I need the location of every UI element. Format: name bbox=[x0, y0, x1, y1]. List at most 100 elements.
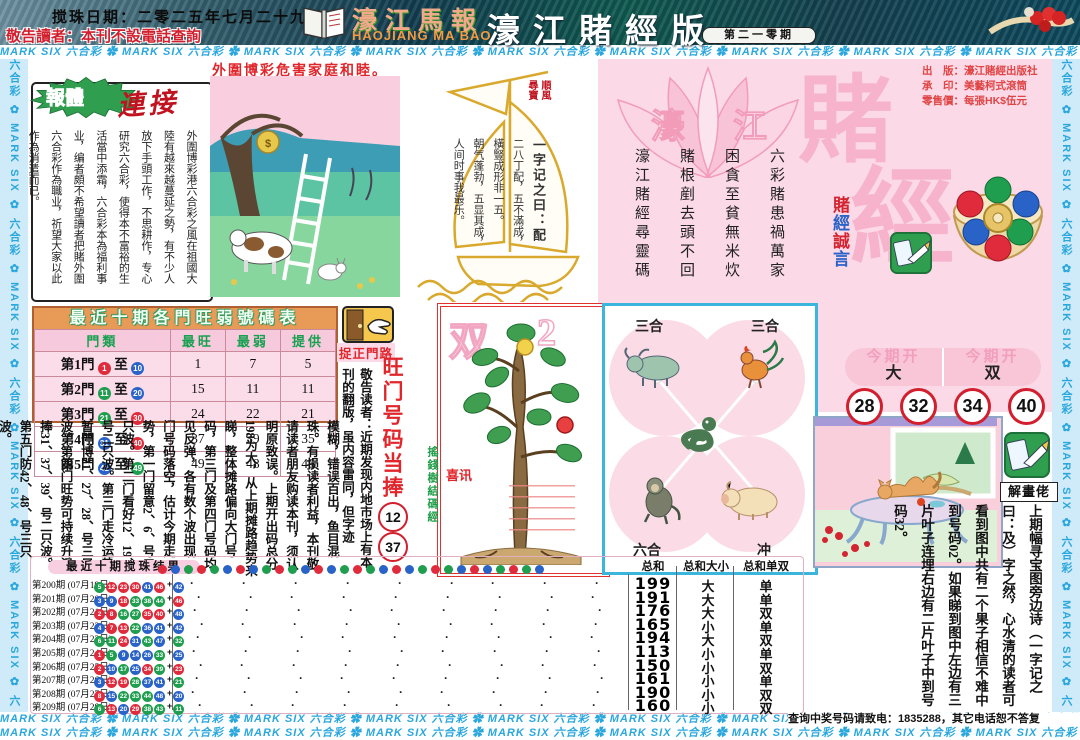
header-ball bbox=[184, 565, 193, 574]
interpreter-label: 解畫佬 bbox=[1000, 482, 1058, 502]
result-row: 第202期 (07月21日) 2 8 16 27 35 40 +48 · · · · · · · · · 176 大… bbox=[30, 601, 802, 621]
trend-mark: · bbox=[393, 630, 397, 645]
trend-mark: · bbox=[442, 603, 446, 618]
trend-mark: · bbox=[193, 603, 197, 618]
trend-mark: · bbox=[342, 589, 346, 604]
trend-mark: · bbox=[346, 576, 350, 590]
trend-mark: · bbox=[598, 603, 602, 618]
trend-mark: · bbox=[200, 616, 204, 631]
svg-text:江: 江 bbox=[733, 108, 767, 146]
trend-mark: · bbox=[549, 630, 553, 645]
hot-weak-table: 最近十期各門旺弱號碼表 門類 最旺 最弱 提供 第1門 1 至 10 1 7 5 第2門 11… bbox=[32, 306, 338, 477]
trend-mark: · bbox=[593, 657, 597, 672]
header-ball bbox=[223, 565, 232, 574]
range-ball-from: 11 bbox=[97, 387, 111, 400]
trend-mark: · bbox=[400, 644, 404, 658]
paper-title-latin: HAOJIANG MA BAO bbox=[352, 28, 492, 43]
trend-mark: · bbox=[493, 644, 497, 658]
trend-mark: · bbox=[296, 644, 300, 658]
header-ball bbox=[379, 565, 388, 574]
trend-mark: · bbox=[242, 576, 246, 590]
hot-table-row: 第1門 1 至 10 1 7 5 bbox=[34, 351, 337, 377]
landscape-illustration: $ bbox=[210, 76, 400, 297]
trend-mark: · bbox=[347, 684, 351, 699]
relation-label-tr: 三合 bbox=[751, 320, 779, 335]
result-ball: 38 bbox=[142, 704, 153, 716]
trend-mark: · bbox=[191, 684, 195, 699]
trend-mark: · bbox=[247, 671, 251, 686]
fine-print-lines bbox=[509, 485, 575, 531]
result-ball: 43 bbox=[154, 704, 165, 716]
trend-mark: · bbox=[490, 616, 494, 631]
plus-sign: + bbox=[167, 606, 173, 617]
trend-mark: · bbox=[341, 630, 345, 645]
result-ball: 29 bbox=[130, 704, 141, 716]
trend-mark: · bbox=[545, 644, 549, 658]
trend-mark: · bbox=[245, 603, 249, 618]
printer-line: 承 印：美藝柯式滾筒 bbox=[922, 80, 1027, 92]
interpreter-icon bbox=[1004, 432, 1050, 478]
header-ball bbox=[509, 565, 518, 574]
motto-char: 誠 bbox=[830, 232, 849, 250]
marksix-strip-bottom2: MARK SIX 六合彩 ✿ MARK SIX 六合彩 ✿ MARK SIX 六… bbox=[0, 726, 1080, 740]
header-ball bbox=[262, 565, 271, 574]
trend-mark: · bbox=[596, 684, 600, 699]
header-ball bbox=[470, 565, 479, 574]
trend-mark: · bbox=[240, 657, 244, 672]
trend-mark: · bbox=[597, 644, 601, 658]
publisher-info: 出 版：濠江賭經出版社 承 印：美藝柯式滾筒 零售價：每張HK$伍元 bbox=[922, 64, 1056, 109]
hot-table-header: 門類 bbox=[34, 329, 171, 352]
trend-mark: · bbox=[497, 630, 501, 645]
current-draw-pill: 今期开 大 今期开 双 bbox=[845, 348, 1041, 386]
trend-mark: · bbox=[448, 657, 452, 672]
trend-mark: · bbox=[297, 603, 301, 618]
result-row: 第201期 (07月20日) 3 9 18 33 38 44 +46 · · · · · · · · · 191 大… bbox=[30, 588, 802, 608]
header-ball bbox=[457, 565, 466, 574]
trend-mark: · bbox=[492, 684, 496, 699]
result-row: 第205期 (07月24日) 1 5 9 14 26 33 +25 · · · · · · · · · 113 小单 bbox=[30, 642, 802, 662]
draw-date: 搅珠日期：二零二五年七月二十九日 bbox=[52, 10, 325, 26]
sail-poem: 一字记之曰：配 二八丁配，五不滿成， 橫豎成形非一五。 朝气蓬勃，五显其成， 人… bbox=[452, 138, 546, 248]
trend-mark: · bbox=[299, 671, 303, 686]
trend-mark: · bbox=[199, 657, 203, 672]
knock-door-icon bbox=[342, 306, 394, 343]
trend-mark: · bbox=[500, 657, 504, 672]
trend-mark: · bbox=[499, 698, 503, 713]
price-line: 零售價：每張HK$伍元 bbox=[922, 95, 1028, 107]
trend-mark: · bbox=[290, 589, 294, 604]
brand-char-du: 賭 bbox=[798, 68, 894, 174]
result-ball: 6 bbox=[94, 704, 105, 716]
trend-mark: · bbox=[291, 698, 295, 713]
motto-char: 賭 bbox=[830, 196, 849, 214]
draw-number-2: 32 bbox=[900, 388, 937, 425]
header-ball bbox=[197, 565, 206, 574]
header-ball bbox=[444, 565, 453, 574]
trend-mark: · bbox=[447, 698, 451, 713]
trend-mark: · bbox=[190, 576, 194, 590]
trend-mark: · bbox=[198, 698, 202, 713]
header-ball bbox=[171, 565, 180, 574]
relation-label-tl: 三合 bbox=[635, 320, 663, 335]
result-row: 第208期 (07月27日) 8 15 22 33 44 48 +20 · · · · · · · · · 190… bbox=[30, 683, 802, 703]
svg-text:濠: 濠 bbox=[651, 107, 685, 146]
trend-mark: · bbox=[294, 576, 298, 590]
header-ball bbox=[158, 565, 167, 574]
total-header: 总和 bbox=[641, 561, 665, 573]
trend-mark: · bbox=[541, 657, 545, 672]
trend-mark: · bbox=[491, 576, 495, 590]
header-ball bbox=[275, 565, 284, 574]
result-row: 第206期 (07月25日) 2 10 17 25 34 39 +23 · · · · · · · · · 150… bbox=[30, 656, 802, 676]
trend-mark: · bbox=[295, 684, 299, 699]
range-ball-to: 20 bbox=[131, 387, 145, 400]
trend-mark: · bbox=[345, 616, 349, 631]
draw-number-4: 40 bbox=[1008, 388, 1045, 425]
plus-sign: + bbox=[167, 633, 173, 644]
plus-sign: + bbox=[167, 687, 173, 698]
trend-mark: · bbox=[244, 644, 248, 658]
range-ball-to: 10 bbox=[131, 362, 145, 375]
hot-pick-title: 旺门号码当捧 bbox=[380, 356, 404, 500]
trend-mark: · bbox=[544, 684, 548, 699]
header-ball bbox=[366, 565, 375, 574]
hot-number: 1 bbox=[169, 351, 226, 377]
offer-number: 11 bbox=[279, 376, 337, 402]
